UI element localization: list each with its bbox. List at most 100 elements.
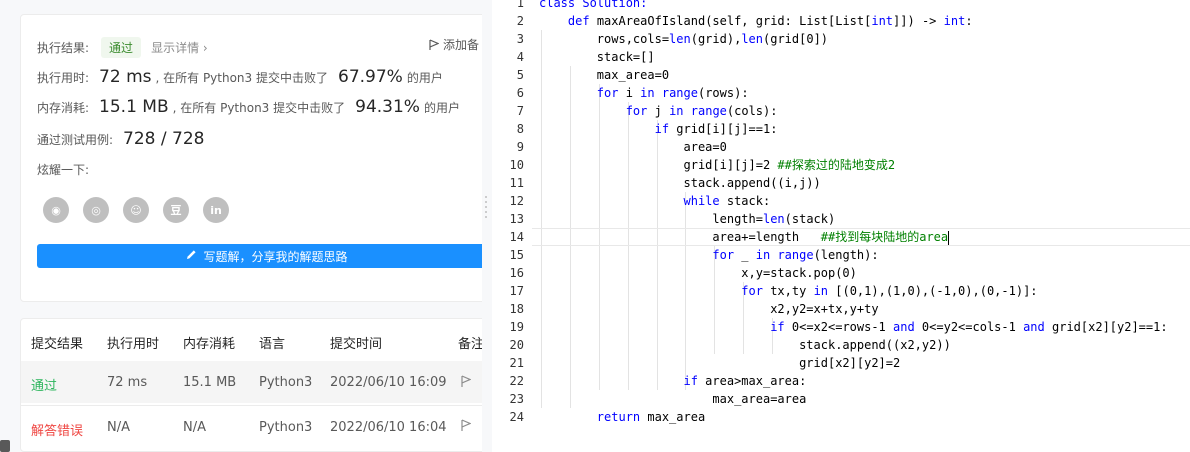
tests-value: 728 / 728 <box>123 129 205 149</box>
code-text: : <box>965 14 973 28</box>
table-header: 提交结果 执行用时 内存消耗 语言 提交时间 备注 <box>21 319 482 361</box>
code-text: max_area=0 <box>539 68 670 82</box>
row-memory: N/A <box>183 420 206 435</box>
code-text: _ <box>734 248 756 262</box>
code-line[interactable]: for _ in range(length): <box>539 246 879 264</box>
code-line[interactable]: x2,y2=x+tx,y+ty <box>539 300 879 318</box>
code-text: i <box>618 86 641 100</box>
code-line[interactable]: rows,cols=len(grid),len(grid[0]) <box>539 30 828 48</box>
add-note-button[interactable]: 添加备 <box>429 36 479 53</box>
header-memory: 内存消耗 <box>183 337 236 352</box>
line-number: 5 <box>516 68 524 82</box>
active-code-line[interactable]: area+=length ##找到每块陆地的area <box>532 228 1190 246</box>
code-text: maxAreaOfIsland(self, grid: List[List[ <box>589 14 872 28</box>
runtime-percent: 67.97% <box>338 67 403 87</box>
show-details-link[interactable]: 显示详情 › <box>151 39 208 56</box>
code-line[interactable]: def maxAreaOfIsland(self, grid: List[Lis… <box>539 12 973 30</box>
line-number: 8 <box>516 122 524 136</box>
row-status[interactable]: 通过 <box>31 375 57 394</box>
code-editor[interactable]: 1 2 3 4 5 6 7 8 9 10 11 12 13 14 15 16 17 18 19 20 21 22 23 24 … <box>492 0 1190 452</box>
line-number: 22 <box>509 374 524 388</box>
code-line[interactable]: if grid[i][j]==1: <box>539 120 778 138</box>
wechat-icon[interactable]: ◉ <box>43 197 69 223</box>
code-text: x2,y2=x+tx,y+ty <box>539 302 879 316</box>
tests-label: 通过测试用例: <box>37 133 114 147</box>
code-text: stack=[] <box>539 50 655 64</box>
share-label-row: 炫耀一下: <box>37 161 89 178</box>
code-line[interactable]: if area>max_area: <box>539 372 807 390</box>
code-text: stack.append((x2,y2)) <box>539 338 951 352</box>
code-line[interactable]: max_area=area <box>539 390 806 408</box>
flag-icon[interactable] <box>461 375 471 388</box>
code-keyword: for <box>596 86 619 100</box>
code-line[interactable]: return max_area <box>539 408 705 426</box>
header-time: 提交时间 <box>330 337 383 352</box>
row-status[interactable]: 解答错误 <box>31 420 83 439</box>
code-keyword: int <box>943 14 966 28</box>
code-line[interactable]: if 0<=x2<=rows-1 and 0<=y2<=cols-1 and g… <box>539 318 1167 336</box>
code-line[interactable]: stack.append((x2,y2)) <box>539 336 951 354</box>
code-line[interactable]: stack=[] <box>539 48 655 66</box>
code-text: [(0,1),(1,0),(-1,0),(0,-1)]: <box>828 284 1038 298</box>
share-icons: ◉ ◎ ☺ 豆 in <box>43 197 229 223</box>
code-line[interactable]: for tx,ty in [(0,1),(1,0),(-1,0),(0,-1)]… <box>539 282 1038 300</box>
code-text: rows,cols= <box>539 32 670 46</box>
code-keyword: for <box>712 248 735 262</box>
linkedin-icon[interactable]: in <box>203 197 229 223</box>
code-text: ]]) -> <box>893 14 944 28</box>
table-row[interactable]: 通过 72 ms 15.1 MB Python3 2022/06/10 16:0… <box>21 361 482 403</box>
code-line[interactable]: length=len(stack) <box>539 210 835 228</box>
qq-icon[interactable]: ☺ <box>123 197 149 223</box>
line-number: 12 <box>509 194 524 208</box>
header-note: 备注 <box>458 337 482 352</box>
code-line[interactable]: while stack: <box>539 192 771 210</box>
code-keyword: in <box>755 248 771 262</box>
code-line[interactable]: max_area=0 <box>539 66 669 84</box>
result-row: 执行结果: 通过 显示详情 › <box>37 37 208 58</box>
code-text: area=0 <box>539 140 727 154</box>
code-text: area+=length <box>539 230 821 244</box>
douban-icon[interactable]: 豆 <box>163 197 189 223</box>
line-number: 9 <box>516 140 524 154</box>
code-keyword: if <box>770 320 785 334</box>
line-number: 2 <box>516 14 524 28</box>
code-text: max_area=area <box>539 392 807 406</box>
runtime-suffix: 的用户 <box>406 71 443 85</box>
code-line[interactable]: grid[i][j]=2 ##探索过的陆地变成2 <box>539 156 895 174</box>
line-number: 15 <box>509 248 524 262</box>
code-text: grid[i][j]=2 <box>539 158 778 172</box>
scroll-indicator[interactable] <box>0 440 10 452</box>
code-line[interactable]: x,y=stack.pop(0) <box>539 264 857 282</box>
panel-divider[interactable] <box>482 0 492 452</box>
code-line[interactable]: stack.append((i,j)) <box>539 174 820 192</box>
code-line[interactable]: area=0 <box>539 138 727 156</box>
code-text: (length): <box>813 248 879 262</box>
flag-icon[interactable] <box>461 419 471 432</box>
line-number: 21 <box>509 356 524 370</box>
code-line[interactable]: for i in range(rows): <box>539 84 749 102</box>
table-row[interactable]: 解答错误 N/A N/A Python3 2022/06/10 16:04 <box>21 405 482 447</box>
code-line[interactable]: class Solution: <box>539 0 647 12</box>
write-solution-button[interactable]: 写题解，分享我的解题思路 <box>37 244 482 268</box>
code-line[interactable]: for j in range(cols): <box>539 102 778 120</box>
line-number: 20 <box>509 338 524 352</box>
drag-handle-icon[interactable] <box>484 196 488 220</box>
code-text: (rows): <box>697 86 749 100</box>
line-number: 24 <box>509 410 524 424</box>
code-line[interactable]: grid[x2][y2]=2 <box>539 354 900 372</box>
line-number: 18 <box>509 302 524 316</box>
row-time: 2022/06/10 16:04 <box>330 420 447 435</box>
code-keyword: len <box>762 212 785 226</box>
code-keyword: range <box>777 248 814 262</box>
code-keyword: in <box>640 86 655 100</box>
header-runtime: 执行用时 <box>107 337 160 352</box>
weibo-icon[interactable]: ◎ <box>83 197 109 223</box>
code-text: 0<=y2<=cols-1 <box>914 320 1024 334</box>
